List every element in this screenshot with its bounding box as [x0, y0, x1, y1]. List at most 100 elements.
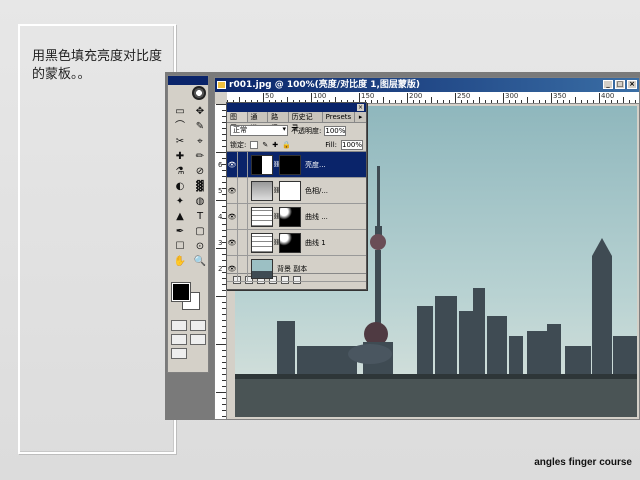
ruler-tick [216, 248, 226, 249]
tab-2[interactable]: 路径 [268, 112, 289, 132]
layer-row[interactable]: 3 👁 ⛓ 曲线 1 [218, 229, 366, 256]
tool-14-icon[interactable]: ▲ [171, 210, 189, 223]
layer-row[interactable]: 6 👁 ⛓ 亮度... [218, 151, 366, 178]
standard-mode-button[interactable] [171, 320, 187, 331]
lock-fill-row: 锁定: ✎ ✚ 🔒 Fill: 100% [227, 138, 366, 152]
close-icon[interactable]: × [627, 80, 637, 89]
lock-move-icon[interactable]: ✚ [272, 141, 278, 149]
layer-link-toggle[interactable] [238, 151, 248, 178]
layer-thumbnail[interactable] [251, 154, 273, 175]
layer-link-toggle[interactable] [238, 177, 248, 204]
ruler-number: 250 [457, 92, 471, 100]
lock-transparency-checkbox[interactable] [250, 140, 259, 149]
tool-0-icon[interactable]: ▭ [171, 105, 189, 118]
tool-2-icon[interactable]: ⌒ [171, 120, 189, 133]
layer-link-toggle[interactable] [238, 255, 248, 282]
ruler-tick [395, 100, 396, 103]
document-icon [217, 81, 226, 89]
tab-3[interactable]: 历史记录 [288, 112, 323, 132]
screen-mode-standard-button[interactable] [171, 334, 187, 345]
tool-13-icon[interactable]: ◍ [191, 195, 209, 208]
layer-mask-thumbnail[interactable] [279, 232, 301, 253]
tool-9-icon[interactable]: ⊘ [191, 165, 209, 178]
palette-menu-icon[interactable]: ▸ [355, 112, 366, 122]
toolbox-title-bar[interactable] [168, 76, 208, 85]
tool-7-icon[interactable]: ✏ [191, 150, 209, 163]
layer-name: 色相/... [305, 186, 329, 195]
palette-close-icon[interactable]: × [357, 104, 364, 111]
visibility-eye-icon[interactable]: 👁 [227, 229, 238, 256]
visibility-eye-icon[interactable]: 👁 [227, 255, 238, 282]
layer-mask-thumbnail[interactable] [279, 206, 301, 227]
opacity-input[interactable]: 100% [324, 125, 347, 136]
ruler-tick [635, 100, 636, 103]
ruler-tick [222, 368, 226, 369]
ruler-tick [222, 320, 226, 321]
document-title: r001.jpg @ 100%(亮度/对比度 1,图层蒙版) [229, 80, 421, 90]
tool-17-icon[interactable]: ▢ [191, 225, 209, 238]
ruler-tick [222, 332, 226, 333]
lock-all-icon[interactable]: 🔒 [282, 141, 291, 149]
layer-thumbnail[interactable] [251, 206, 273, 227]
layer-thumbnail[interactable] [251, 232, 273, 253]
layer-mask-thumbnail[interactable] [279, 154, 301, 175]
layer-link-toggle[interactable] [238, 203, 248, 230]
ruler-tick [222, 374, 226, 375]
layer-link-toggle[interactable] [238, 229, 248, 256]
minimize-icon[interactable]: _ [603, 80, 613, 89]
maximize-icon[interactable]: □ [615, 80, 625, 89]
tool-11-icon[interactable]: ▓ [191, 180, 209, 193]
document-title-bar[interactable]: r001.jpg @ 100%(亮度/对比度 1,图层蒙版) _ □ × [215, 78, 639, 92]
tool-8-icon[interactable]: ⚗ [171, 165, 189, 178]
ruler-tick [216, 296, 226, 297]
tool-6-icon[interactable]: ✚ [171, 150, 189, 163]
tool-4-icon[interactable]: ✂ [171, 135, 189, 148]
tool-21-icon[interactable]: 🔍 [191, 255, 209, 268]
tool-15-icon[interactable]: T [191, 210, 209, 223]
tool-12-icon[interactable]: ✦ [171, 195, 189, 208]
ruler-tick [593, 100, 594, 103]
layer-row[interactable]: 4 👁 ⛓ 曲线 ... [218, 203, 366, 230]
lock-paint-icon[interactable]: ✎ [262, 141, 268, 149]
ruler-tick [461, 100, 462, 103]
color-swatches [171, 282, 204, 311]
photoshop-eye-icon[interactable] [192, 86, 206, 100]
screen-mode-full-button[interactable] [190, 334, 206, 345]
layer-row[interactable]: 2 👁 背景 副本 [218, 255, 366, 282]
ruler-tick [521, 100, 522, 103]
blend-mode-select[interactable]: 正常 [230, 125, 288, 136]
ruler-tick [222, 308, 226, 309]
ruler-tick [222, 362, 226, 363]
layer-thumbnail[interactable] [251, 258, 273, 279]
tool-18-icon[interactable]: ☐ [171, 240, 189, 253]
visibility-eye-icon[interactable]: 👁 [227, 151, 238, 178]
ruler-tick [587, 100, 588, 103]
fill-input[interactable]: 100% [341, 139, 363, 150]
layers-palette-title-bar[interactable]: × [227, 103, 366, 112]
tab-4[interactable]: Presets [322, 112, 356, 122]
tool-20-icon[interactable]: ✋ [171, 255, 189, 268]
ruler-tick [503, 93, 504, 103]
foreground-color-swatch[interactable] [171, 282, 191, 302]
opacity-label: 不透明度: [291, 126, 322, 135]
layer-name: 亮度... [305, 160, 326, 169]
ruler-tick [222, 386, 226, 387]
tab-0[interactable]: 图层 [227, 112, 248, 132]
tool-5-icon[interactable]: ⌖ [191, 135, 209, 148]
tab-1[interactable]: 通道 [247, 112, 269, 132]
tool-3-icon[interactable]: ✎ [191, 120, 209, 133]
layer-mask-thumbnail[interactable] [279, 180, 301, 201]
visibility-eye-icon[interactable]: 👁 [227, 177, 238, 204]
jump-to-imageready-button[interactable] [171, 348, 187, 359]
tool-19-icon[interactable]: ⊙ [191, 240, 209, 253]
tool-10-icon[interactable]: ◐ [171, 180, 189, 193]
quickmask-mode-button[interactable] [190, 320, 206, 331]
layer-thumbnail[interactable] [251, 180, 273, 201]
ruler-tick [222, 410, 226, 411]
visibility-eye-icon[interactable]: 👁 [227, 203, 238, 230]
ruler-tick [377, 100, 378, 103]
ruler-tick [479, 97, 480, 103]
tool-1-icon[interactable]: ✥ [191, 105, 209, 118]
layer-row[interactable]: 5 👁 ⛓ 色相/... [218, 177, 366, 204]
tool-16-icon[interactable]: ✒ [171, 225, 189, 238]
